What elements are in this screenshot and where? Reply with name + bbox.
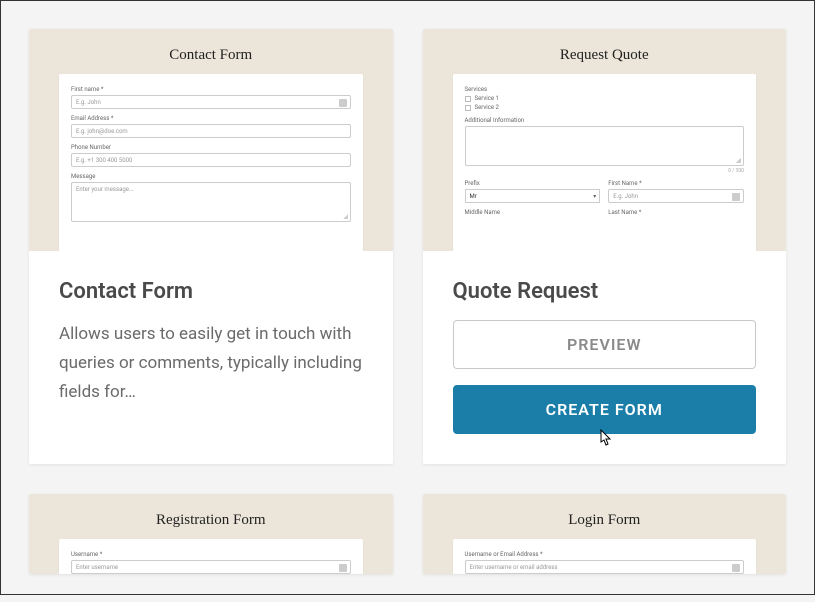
create-form-button[interactable]: CREATE FORM — [453, 385, 757, 434]
preview-button[interactable]: PREVIEW — [453, 320, 757, 369]
preview-thumbnail: Login Form Username or Email Address * E… — [423, 494, 787, 574]
preview-title: Login Form — [453, 512, 757, 529]
card-body: Quote Request PREVIEW CREATE FORM — [423, 251, 787, 464]
preview-title: Contact Form — [59, 47, 363, 64]
template-card-contact[interactable]: Contact Form First name * E.g. John Emai… — [29, 29, 393, 464]
preview-thumbnail: Contact Form First name * E.g. John Emai… — [29, 29, 393, 251]
template-card-quote[interactable]: Request Quote Services Service 1 Service… — [423, 29, 787, 464]
card-title: Contact Form — [59, 279, 363, 304]
card-description: Allows users to easily get in touch with… — [59, 320, 363, 407]
form-mock: First name * E.g. John Email Address * E… — [59, 74, 363, 251]
form-mock: Services Service 1 Service 2 Additional … — [453, 74, 757, 251]
card-title: Quote Request — [453, 279, 757, 304]
preview-title: Registration Form — [59, 512, 363, 529]
preview-title: Request Quote — [453, 47, 757, 64]
form-mock: Username * Enter username — [59, 539, 363, 574]
card-body: Contact Form Allows users to easily get … — [29, 251, 393, 437]
template-card-login[interactable]: Login Form Username or Email Address * E… — [423, 494, 787, 574]
form-mock: Username or Email Address * Enter userna… — [453, 539, 757, 574]
template-card-registration[interactable]: Registration Form Username * Enter usern… — [29, 494, 393, 574]
preview-thumbnail: Request Quote Services Service 1 Service… — [423, 29, 787, 251]
preview-thumbnail: Registration Form Username * Enter usern… — [29, 494, 393, 574]
